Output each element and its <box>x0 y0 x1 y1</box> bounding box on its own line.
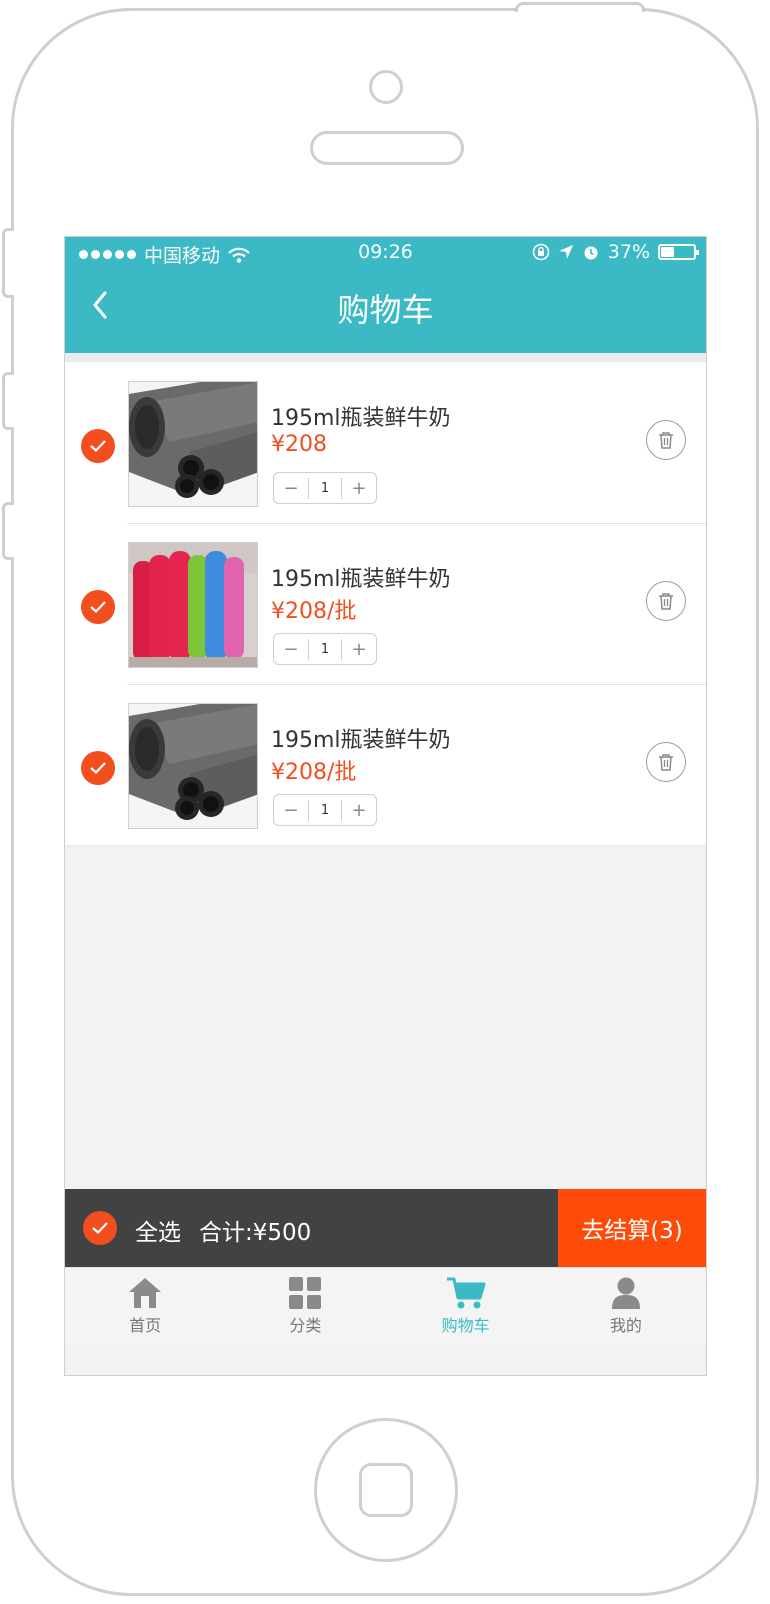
alarm-icon <box>584 246 598 260</box>
trash-icon <box>659 593 673 610</box>
product-image[interactable] <box>128 703 258 829</box>
tab-label: 分类 <box>289 1316 322 1335</box>
tab-label: 购物车 <box>441 1316 490 1335</box>
quantity-stepper: − 1 + <box>273 472 377 504</box>
quantity-stepper: − 1 + <box>273 794 377 826</box>
yoga-mats-picture <box>129 543 257 667</box>
phone-top-button <box>515 2 645 12</box>
grid-icon <box>289 1277 322 1309</box>
phone-volume-up <box>2 372 14 430</box>
phone-speaker <box>310 131 464 165</box>
tab-label: 首页 <box>129 1316 162 1335</box>
tab-bar: 首页 分类 购物车 我的 <box>65 1267 706 1345</box>
product-name[interactable]: 195ml瓶装鲜牛奶 <box>271 561 451 593</box>
user-icon <box>611 1277 640 1309</box>
cart-list: 195ml瓶装鲜牛奶 ¥208 − 1 + 195ml瓶装鲜牛奶 ¥208/批 … <box>65 361 706 846</box>
cart-icon <box>446 1277 486 1309</box>
tab-label: 我的 <box>609 1316 642 1335</box>
trash-icon <box>659 754 673 771</box>
product-image[interactable] <box>128 381 258 507</box>
home-icon <box>129 1278 162 1308</box>
rotation-lock-icon <box>532 243 550 261</box>
increase-button[interactable]: + <box>342 634 376 664</box>
checkout-button[interactable]: 去结算(3) <box>558 1189 706 1267</box>
product-price: ¥208/批 <box>271 760 357 785</box>
increase-button[interactable]: + <box>342 473 376 503</box>
quantity-value[interactable]: 1 <box>308 638 342 660</box>
tab-category[interactable]: 分类 <box>225 1268 385 1345</box>
cart-item: 195ml瓶装鲜牛奶 ¥208/批 − 1 + <box>65 523 706 684</box>
checkmark-icon <box>92 1222 108 1235</box>
checkmark-icon <box>90 601 106 614</box>
trash-icon <box>659 432 673 449</box>
total-amount: 合计:¥500 <box>199 1220 312 1246</box>
quantity-value[interactable]: 1 <box>308 477 342 499</box>
item-checkbox[interactable] <box>81 429 115 463</box>
status-bar: 中国移动 09:26 37% <box>65 237 706 269</box>
delete-button[interactable] <box>646 420 686 460</box>
select-all-label[interactable]: 全选 <box>135 1213 181 1247</box>
quantity-stepper: − 1 + <box>273 633 377 665</box>
decrease-button[interactable]: − <box>274 473 308 503</box>
location-icon <box>558 245 573 259</box>
increase-button[interactable]: + <box>342 795 376 825</box>
decrease-button[interactable]: − <box>274 795 308 825</box>
checkmark-icon <box>90 762 106 775</box>
battery-icon <box>658 244 699 260</box>
product-name[interactable]: 195ml瓶装鲜牛奶 <box>271 400 451 432</box>
foam-rolls-picture <box>129 382 257 506</box>
page-title: 购物车 <box>337 291 434 329</box>
foam-rolls-picture <box>129 704 257 828</box>
select-all-checkbox[interactable] <box>83 1211 117 1245</box>
product-price: ¥208 <box>271 432 327 457</box>
tab-cart[interactable]: 购物车 <box>386 1268 546 1345</box>
cart-item: 195ml瓶装鲜牛奶 ¥208 − 1 + <box>65 362 706 523</box>
checkmark-icon <box>90 440 106 453</box>
product-name[interactable]: 195ml瓶装鲜牛奶 <box>271 722 451 754</box>
delete-button[interactable] <box>646 742 686 782</box>
delete-button[interactable] <box>646 581 686 621</box>
cart-item: 195ml瓶装鲜牛奶 ¥208/批 − 1 + <box>65 684 706 845</box>
tab-home[interactable]: 首页 <box>65 1268 225 1345</box>
product-price: ¥208/批 <box>271 599 357 624</box>
phone-home-button <box>314 1418 458 1562</box>
phone-mute-switch <box>2 228 14 298</box>
product-image[interactable] <box>128 542 258 668</box>
app-header: 中国移动 09:26 37% 购物车 <box>65 237 706 353</box>
decrease-button[interactable]: − <box>274 634 308 664</box>
item-checkbox[interactable] <box>81 590 115 624</box>
battery-percent: 37% <box>607 241 650 263</box>
app-screen: 中国移动 09:26 37% 购物车 195ml瓶装鲜牛奶 ¥208 − 1 +… <box>64 236 707 1376</box>
quantity-value[interactable]: 1 <box>308 799 342 821</box>
item-checkbox[interactable] <box>81 751 115 785</box>
checkout-bar: 全选 合计:¥500 去结算(3) <box>65 1189 706 1267</box>
phone-camera <box>369 70 403 104</box>
tab-profile[interactable]: 我的 <box>546 1268 706 1345</box>
phone-volume-down <box>2 502 14 560</box>
